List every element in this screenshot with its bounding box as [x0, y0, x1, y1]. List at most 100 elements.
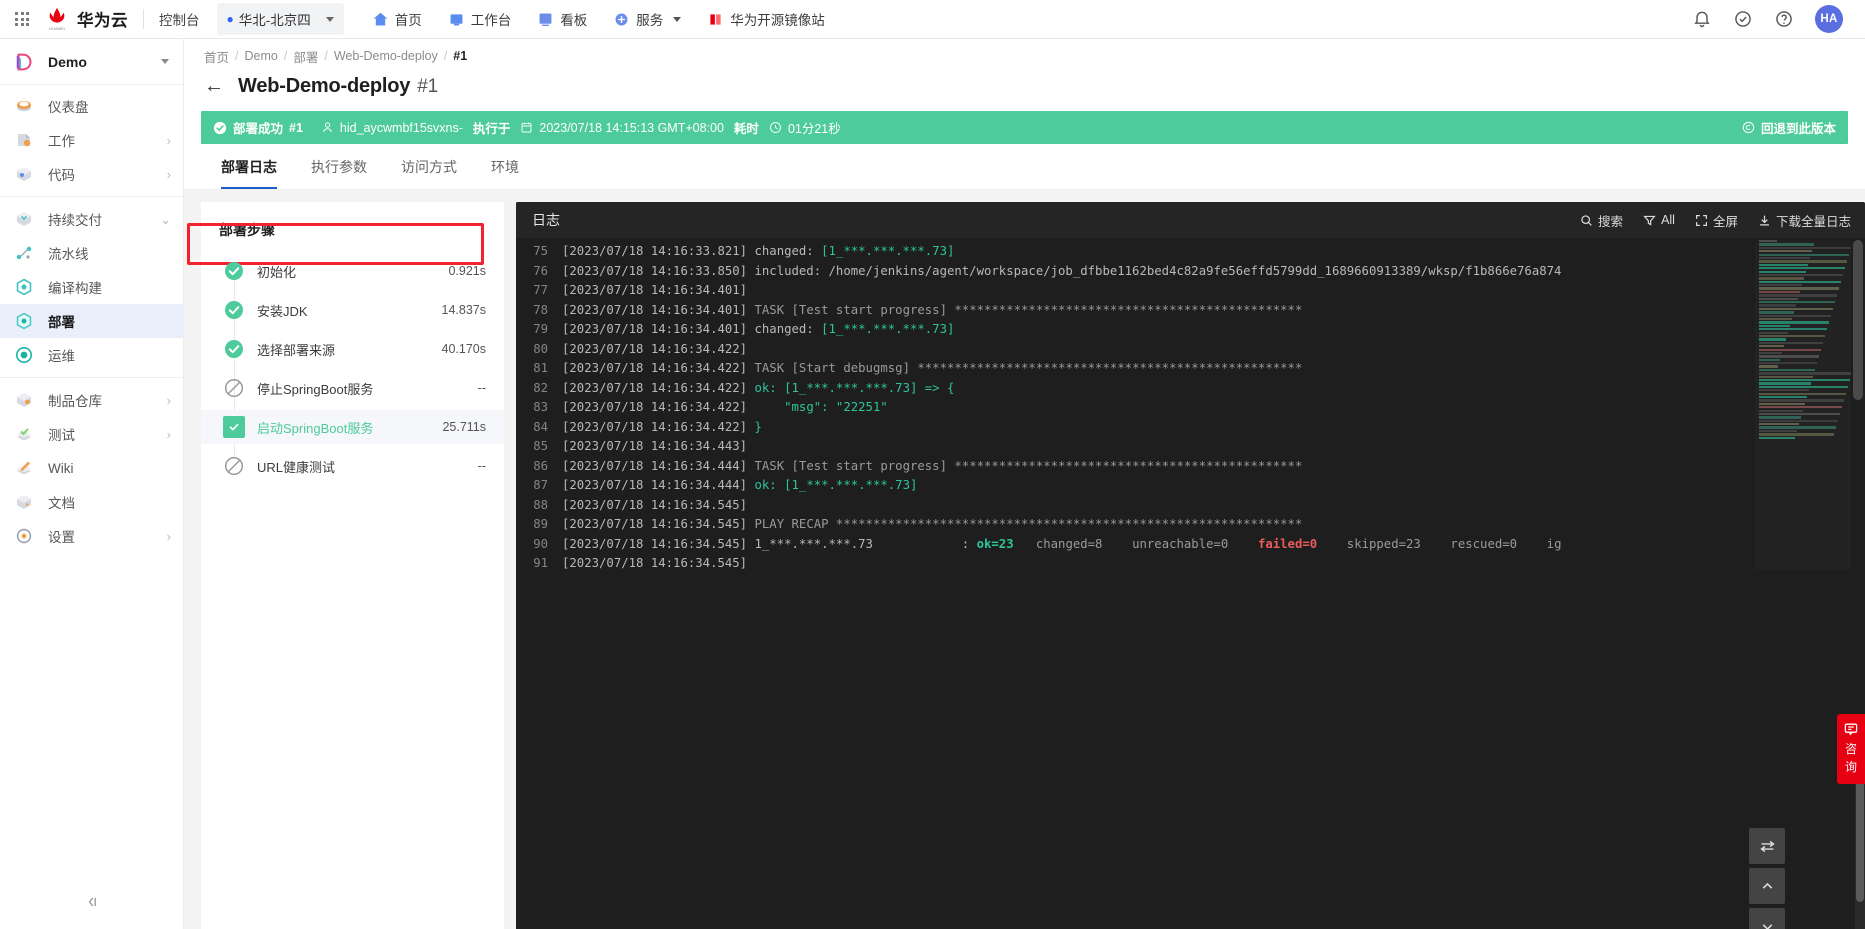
consult-button[interactable]: 咨 询	[1837, 714, 1865, 784]
log-panel: 日志 搜索 All 全屏 下载全量日志 75 [2023/07/18 14:16…	[516, 202, 1865, 929]
step-duration: 40.170s	[441, 342, 486, 356]
sidebar-item-label: 编译构建	[48, 281, 102, 296]
step-success-icon	[226, 419, 242, 435]
wrap-toggle-button[interactable]	[1749, 828, 1785, 864]
step-name: 初始化	[257, 264, 297, 280]
log-line: 78 [2023/07/18 14:16:34.401] TASK [Test s…	[516, 301, 1865, 321]
log-line-text: [2023/07/18 14:16:34.443]	[562, 439, 748, 453]
step-name: URL健康测试	[257, 459, 336, 475]
sidebar-item-label: 设置	[48, 530, 75, 545]
breadcrumb-sep: /	[443, 49, 448, 63]
wiki-icon	[17, 461, 31, 475]
chevron-right-icon: ›	[166, 392, 171, 408]
avatar[interactable]: HA	[1815, 5, 1843, 33]
breadcrumb-item-2[interactable]: 部署	[293, 47, 318, 66]
sidebar-item-label: 文档	[48, 496, 75, 511]
log-line: 82 [2023/07/18 14:16:34.422] ok: [1_***.*…	[516, 379, 1865, 399]
app-launcher-icon[interactable]	[0, 12, 44, 26]
log-download-button[interactable]: 下载全量日志	[1758, 211, 1851, 230]
sidebar-item-制品仓库[interactable]: 制品仓库 ›	[0, 383, 183, 417]
step-row[interactable]: 初始化 0.921s	[201, 254, 504, 288]
scroll-up-button[interactable]	[1749, 868, 1785, 904]
step-row[interactable]: 选择部署来源 40.170s	[201, 332, 504, 366]
project-selector[interactable]: Demo	[0, 39, 183, 85]
page-title-number: #1	[417, 76, 438, 97]
nav-item-workbench[interactable]: 工作台	[448, 9, 511, 29]
tab-0[interactable]: 部署日志	[204, 157, 294, 189]
status-duration-label: 耗时	[733, 122, 759, 136]
log-line: 88 [2023/07/18 14:16:34.545]	[516, 496, 1865, 516]
nav-item-home[interactable]: 首页	[372, 9, 422, 29]
sidebar-item-持续交付[interactable]: 持续交付 ⌄	[0, 202, 183, 236]
step-duration: 0.921s	[448, 264, 486, 278]
breadcrumb-item-3[interactable]: Web-Demo-deploy	[334, 49, 438, 63]
sidebar-item-部署[interactable]: 部署	[0, 304, 183, 338]
back-arrow-icon[interactable]: ←	[204, 76, 224, 96]
nav-item-mirror[interactable]: 华为开源镜像站	[707, 9, 825, 29]
log-filter-button[interactable]: All	[1643, 213, 1675, 227]
chevron-right-icon: ›	[166, 166, 171, 182]
huawei-cloud-logo[interactable]: HUAWEI 华为云	[44, 6, 141, 32]
log-line: 85 [2023/07/18 14:16:34.443]	[516, 437, 1865, 457]
sidebar-item-测试[interactable]: 测试 ›	[0, 417, 183, 451]
log-search-button[interactable]: 搜索	[1580, 211, 1623, 230]
sidebar-item-流水线[interactable]: 流水线	[0, 236, 183, 270]
region-selector[interactable]: ● 华北-北京四	[216, 3, 344, 35]
log-line-number: 90	[533, 536, 548, 551]
scroll-down-button[interactable]	[1749, 908, 1785, 929]
rollback-button[interactable]: 回退到此版本	[1742, 118, 1836, 137]
step-row[interactable]: 停止SpringBoot服务 --	[201, 371, 504, 405]
log-line-text: [2023/07/18 14:16:34.422] TASK [Start de…	[562, 361, 1303, 375]
log-line-number: 91	[533, 556, 548, 570]
log-fullscreen-button[interactable]: 全屏	[1695, 211, 1738, 230]
sidebar-item-wiki[interactable]: Wiki	[0, 451, 183, 485]
step-status-icon	[223, 260, 245, 282]
console-link[interactable]: 控制台	[144, 9, 215, 29]
tab-1[interactable]: 执行参数	[294, 157, 384, 189]
tab-2[interactable]: 访问方式	[384, 157, 474, 189]
step-status-icon	[223, 416, 245, 438]
log-action-label: All	[1661, 213, 1675, 227]
check-circle-icon[interactable]	[1733, 9, 1753, 29]
sidebar-item-文档[interactable]: 文档	[0, 485, 183, 519]
breadcrumb-item-0[interactable]: 首页	[204, 47, 229, 66]
sidebar-collapse-button[interactable]	[0, 885, 184, 919]
step-row[interactable]: URL健康测试 --	[201, 449, 504, 483]
sidebar-item-仪表盘[interactable]: 仪表盘	[0, 89, 183, 123]
tab-bar: 部署日志 执行参数 访问方式 环境	[184, 144, 1865, 190]
help-icon[interactable]	[1774, 9, 1794, 29]
log-line-number: 77	[533, 283, 548, 297]
sidebar-item-编译构建[interactable]: 编译构建	[0, 270, 183, 304]
log-line-number: 81	[533, 361, 548, 375]
home-icon	[373, 12, 388, 25]
nav-label: 首页	[394, 13, 422, 28]
status-user-group: hid_aycwmbf15svxns-	[321, 121, 463, 135]
tab-3[interactable]: 环境	[474, 157, 536, 189]
log-line-number: 80	[533, 341, 548, 356]
log-line: 86 [2023/07/18 14:16:34.444] TASK [Test s…	[516, 457, 1865, 477]
app-root: HUAWEI 华为云 控制台 ● 华北-北京四 首页 工作台 看板 服务 华为开…	[0, 0, 1865, 929]
sidebar-item-运维[interactable]: 运维	[0, 338, 183, 372]
sidebar-item-代码[interactable]: 代码 ›	[0, 157, 183, 191]
scroll-down-icon	[1762, 923, 1772, 929]
consult-label-1: 咨	[1844, 742, 1857, 756]
nav-item-service[interactable]: 服务	[613, 9, 682, 29]
sidebar-item-工作[interactable]: 工作 ›	[0, 123, 183, 157]
scrollbar-thumb[interactable]	[1853, 240, 1863, 400]
settings-icon	[16, 528, 32, 544]
step-row[interactable]: 启动SpringBoot服务 25.711s	[201, 410, 504, 444]
breadcrumb-item-1[interactable]: Demo	[245, 49, 278, 63]
consult-label-2: 询	[1844, 760, 1857, 774]
log-line-number: 78	[533, 302, 548, 317]
page-title-text: Web-Demo-deploy	[238, 75, 411, 97]
nav-item-dashboard[interactable]: 看板	[537, 9, 587, 29]
log-line-text: [2023/07/18 14:16:33.850] included: /hom…	[562, 263, 1562, 278]
sidebar-item-设置[interactable]: 设置 ›	[0, 519, 183, 553]
log-output[interactable]: 75 [2023/07/18 14:16:33.821] changed: [1_…	[516, 238, 1865, 929]
step-row[interactable]: 安装JDK 14.837s	[201, 293, 504, 327]
log-line-text: [2023/07/18 14:16:34.545] 1_***.***.***.…	[562, 536, 1562, 551]
log-line-text: [2023/07/18 14:16:34.545]	[562, 556, 748, 570]
log-line: 90 [2023/07/18 14:16:34.545] 1_***.***.**…	[516, 535, 1865, 555]
bell-icon[interactable]	[1692, 9, 1712, 29]
rollback-label: 回退到此版本	[1760, 122, 1836, 136]
